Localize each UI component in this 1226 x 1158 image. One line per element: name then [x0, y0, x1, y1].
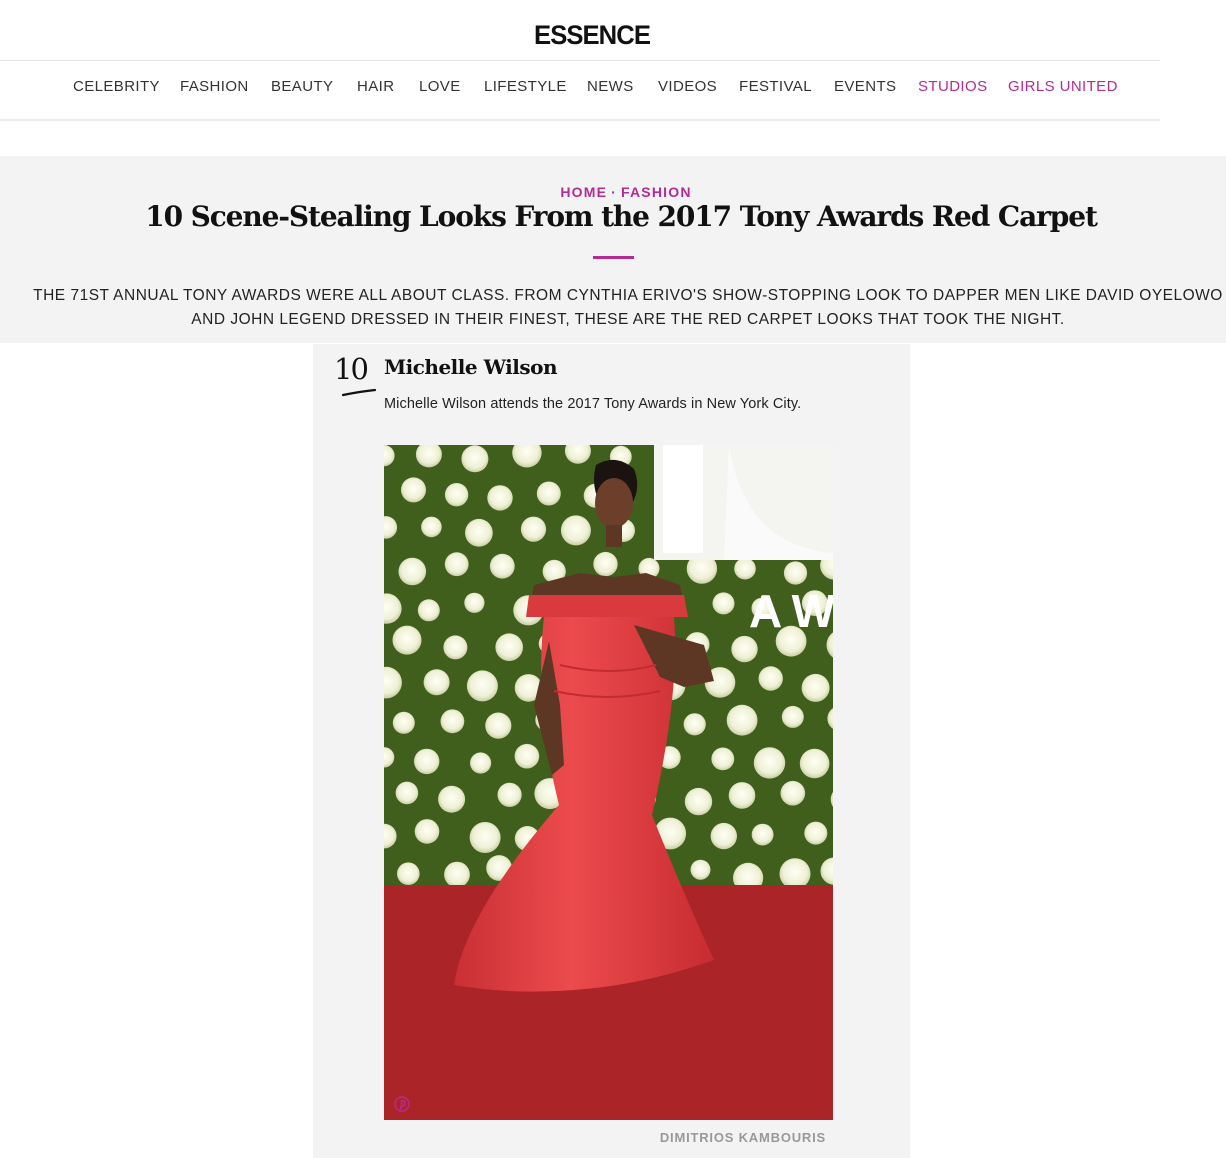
backdrop-rose	[751, 823, 774, 846]
backdrop-rose	[712, 592, 735, 615]
backdrop-rose	[417, 599, 440, 622]
backdrop-rose	[711, 747, 735, 771]
backdrop-rose	[438, 785, 466, 813]
article-dek: THE 71ST ANNUAL TONY AWARDS WERE ALL ABO…	[33, 287, 1223, 328]
backdrop-rose	[444, 861, 470, 888]
nav-item-hair[interactable]: HAIR	[357, 78, 394, 95]
backdrop-rose	[801, 673, 830, 702]
backdrop-rose	[414, 748, 440, 775]
backdrop-rose	[799, 748, 830, 779]
backdrop-rose	[710, 822, 737, 850]
nav-item-studios[interactable]: STUDIOS	[918, 78, 987, 95]
backdrop-rose	[401, 477, 426, 503]
nav-item-girls-united[interactable]: GIRLS UNITED	[1008, 78, 1118, 95]
breadcrumb-separator: ·	[611, 184, 618, 200]
backdrop-rose	[690, 859, 711, 880]
backdrop-rose	[520, 516, 547, 542]
nav-item-lifestyle[interactable]: LIFESTYLE	[484, 78, 567, 95]
backdrop-rose	[734, 557, 756, 580]
article-title: 10 Scene-Stealing Looks From the 2017 To…	[145, 200, 1098, 233]
backdrop-rose	[514, 743, 540, 769]
backdrop-rose	[444, 552, 469, 577]
backdrop-rose	[444, 483, 469, 507]
backdrop-rose	[489, 553, 515, 579]
backdrop-rose	[443, 635, 468, 660]
nav-item-videos[interactable]: VIDEOS	[658, 78, 717, 95]
backdrop-rose	[780, 780, 806, 806]
backdrop-rose	[593, 551, 618, 577]
backdrop-rose	[414, 819, 440, 844]
photo-illustration: AW	[384, 445, 833, 1120]
site-header: ESSENCE CELEBRITY FASHION BEAUTY HAIR LO…	[0, 0, 1160, 121]
backdrop-rose	[536, 481, 561, 506]
slide-number-underline	[341, 388, 377, 397]
backdrop-rose	[726, 704, 758, 736]
backdrop-rose	[485, 712, 512, 739]
photo-credit: DIMITRIOS KAMBOURIS	[659, 1130, 826, 1145]
nav-item-events[interactable]: EVENTS	[834, 78, 896, 95]
backdrop-rose	[423, 669, 450, 696]
nav-divider	[0, 119, 1160, 121]
backdrop-rose	[487, 485, 513, 511]
breadcrumb-home[interactable]: HOME	[560, 184, 607, 200]
title-underline	[593, 256, 634, 259]
nav-item-beauty[interactable]: BEAUTY	[271, 78, 333, 95]
backdrop-rose	[728, 782, 756, 809]
backdrop-rose	[731, 635, 758, 663]
nav-item-news[interactable]: NEWS	[587, 78, 634, 95]
backdrop-rose	[783, 561, 808, 585]
backdrop-rose	[464, 592, 485, 613]
slide-photo[interactable]: AW	[384, 445, 833, 1120]
backdrop-rose	[781, 705, 804, 728]
header-divider	[0, 60, 1160, 61]
backdrop-rose	[440, 709, 465, 734]
backdrop-rose	[392, 711, 415, 734]
pinterest-icon[interactable]	[394, 1096, 410, 1112]
main-nav: CELEBRITY FASHION BEAUTY HAIR LOVE LIFES…	[0, 78, 1184, 100]
article-header: HOME · FASHION 10 Scene-Stealing Looks Fro…	[0, 156, 1226, 343]
backdrop-rose	[465, 518, 493, 547]
slide-number: 10	[334, 352, 369, 386]
slide-caption: Michelle Wilson attends the 2017 Tony Aw…	[384, 396, 802, 412]
backdrop-rose	[421, 516, 442, 538]
backdrop-rose	[497, 782, 522, 807]
essence-logo[interactable]: ESSENCE	[0, 20, 1184, 51]
backdrop-rose	[495, 633, 523, 661]
backdrop-rose	[392, 625, 422, 655]
backdrop-rose	[804, 821, 828, 845]
nav-item-celebrity[interactable]: CELEBRITY	[73, 78, 160, 95]
nav-item-fashion[interactable]: FASHION	[180, 78, 249, 95]
backdrop-rose	[395, 781, 419, 805]
backdrop-rose	[466, 670, 498, 702]
nav-item-love[interactable]: LOVE	[419, 78, 461, 95]
backdrop-rose	[461, 445, 489, 473]
backdrop-rose	[470, 752, 492, 774]
backdrop-rose	[758, 666, 783, 691]
backdrop-rose	[684, 787, 713, 816]
breadcrumb-section[interactable]: FASHION	[621, 184, 692, 200]
backdrop-rose	[683, 713, 706, 736]
backdrop-rose	[779, 858, 811, 890]
nav-item-festival[interactable]: FESTIVAL	[739, 78, 812, 95]
backdrop-letters: AW	[749, 585, 833, 637]
breadcrumb: HOME · FASHION	[0, 184, 1226, 200]
backdrop-rose	[398, 557, 427, 586]
backdrop-rose	[753, 747, 786, 779]
backdrop-rose	[560, 515, 591, 546]
backdrop-rose	[397, 862, 420, 885]
slide-card: 10 Michelle Wilson Michelle Wilson atten…	[313, 344, 910, 1158]
slide-name: Michelle Wilson	[384, 355, 558, 379]
backdrop-rose	[469, 822, 501, 853]
